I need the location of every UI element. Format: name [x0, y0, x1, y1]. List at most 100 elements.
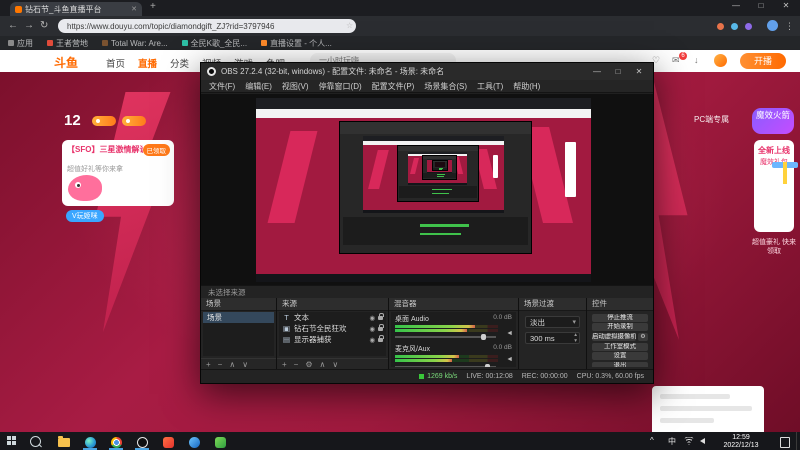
obs-close-button[interactable]: ✕	[631, 67, 647, 76]
extension-icon[interactable]	[717, 23, 724, 30]
obs-title-bar[interactable]: OBS 27.2.4 (32-bit, windows) - 配置文件: 未命名…	[201, 63, 653, 80]
window-close-button[interactable]: ✕	[774, 1, 798, 10]
qq-app-icon[interactable]	[184, 434, 204, 450]
obs-window[interactable]: OBS 27.2.4 (32-bit, windows) - 配置文件: 未命名…	[200, 62, 654, 384]
browser-menu-icon[interactable]: ⋮	[785, 20, 794, 32]
add-scene-button[interactable]: +	[206, 360, 211, 369]
douyu-logo[interactable]: 斗鱼	[54, 54, 78, 71]
visibility-icon[interactable]: ◉	[369, 325, 375, 333]
window-maximize-button[interactable]: □	[749, 1, 773, 10]
action-center-icon[interactable]	[780, 437, 790, 448]
source-up-button[interactable]: ∧	[320, 360, 326, 369]
back-icon[interactable]: ←	[8, 20, 18, 32]
volume-slider[interactable]	[395, 364, 496, 367]
lock-icon[interactable]	[378, 335, 384, 342]
volume-icon[interactable]	[700, 438, 705, 444]
add-source-button[interactable]: +	[282, 360, 287, 369]
network-icon[interactable]	[684, 437, 694, 445]
nav-live[interactable]: 直播	[138, 56, 157, 74]
duration-spinner[interactable]: ▴ ▾	[574, 332, 577, 344]
lock-icon[interactable]	[378, 313, 384, 320]
visibility-icon[interactable]: ◉	[369, 336, 375, 344]
speaker-icon[interactable]: ◄	[506, 330, 513, 337]
address-bar[interactable]	[58, 19, 356, 33]
menu-file[interactable]: 文件(F)	[209, 81, 235, 92]
menu-tools[interactable]: 工具(T)	[477, 81, 503, 92]
speaker-icon[interactable]: ◄	[506, 356, 513, 363]
spin-down-icon[interactable]: ▾	[574, 338, 577, 344]
menu-scene-collection[interactable]: 场景集合(S)	[424, 81, 467, 92]
promo-pill[interactable]	[92, 116, 116, 126]
start-broadcast-button[interactable]: 开播	[740, 53, 786, 69]
browser-tab[interactable]: 钻石节_斗鱼直播平台 ✕	[10, 2, 142, 16]
source-item[interactable]: ▤ 显示器捕获 ◉	[279, 334, 386, 345]
source-item[interactable]: ▣ 钻石节全民狂欢 ◉	[279, 323, 386, 334]
chrome-icon[interactable]	[106, 434, 126, 450]
reload-icon[interactable]: ↻	[40, 20, 48, 32]
bookmark-favicon	[47, 40, 53, 46]
volume-slider[interactable]	[395, 334, 496, 340]
remove-scene-button[interactable]: −	[218, 360, 223, 369]
scene-down-button[interactable]: ∨	[242, 360, 248, 369]
obs-minimize-button[interactable]: —	[589, 67, 605, 76]
extension-icon[interactable]	[731, 23, 738, 30]
promo-pill[interactable]	[122, 116, 146, 126]
source-item[interactable]: T 文本 ◉	[279, 312, 386, 323]
stop-streaming-button[interactable]: 停止推流	[592, 313, 648, 322]
sources-dock: 来源 T 文本 ◉ ▣ 钻石节全民狂欢 ◉ ▤ 显示器捕获 ◉ + − ⚙ ∧ …	[277, 298, 389, 369]
stream-card-tag[interactable]: 已领取	[142, 144, 170, 156]
ime-indicator[interactable]: 中	[668, 436, 676, 447]
promo-card[interactable]: 全新上线 魔效礼包	[754, 140, 794, 232]
scene-item[interactable]: 场景	[203, 312, 274, 323]
scene-up-button[interactable]: ∧	[229, 360, 235, 369]
tab-close-icon[interactable]: ✕	[131, 5, 137, 13]
wechat-app-icon[interactable]	[210, 434, 230, 450]
studio-mode-button[interactable]: 工作室模式	[592, 342, 648, 351]
menu-edit[interactable]: 编辑(E)	[245, 81, 272, 92]
file-explorer-icon[interactable]	[54, 434, 74, 450]
bookmark-item[interactable]: Total War: Are...	[102, 39, 168, 48]
obs-preview-area[interactable]	[201, 94, 653, 285]
nav-home[interactable]: 首页	[106, 56, 125, 70]
bookmark-item[interactable]: 王者营地	[47, 38, 88, 49]
obs-taskbar-icon[interactable]	[132, 434, 152, 450]
client-download-icon[interactable]: ↓	[694, 55, 699, 65]
menu-profile[interactable]: 配置文件(P)	[372, 81, 415, 92]
menu-help[interactable]: 帮助(H)	[513, 81, 540, 92]
new-tab-button[interactable]: +	[150, 1, 156, 12]
bookmark-item[interactable]: 全民K歌_全民...	[181, 38, 247, 49]
source-down-button[interactable]: ∨	[332, 360, 338, 369]
window-minimize-button[interactable]: —	[724, 1, 748, 10]
source-properties-button[interactable]: ⚙	[305, 360, 312, 369]
extension-icon[interactable]	[745, 23, 752, 30]
exit-button[interactable]: 退出	[592, 361, 648, 367]
settings-button[interactable]: 设置	[592, 352, 648, 361]
stream-card[interactable]: 【SFO】三星激情解说 已领取 超值好礼等你来拿	[62, 140, 174, 206]
browser-profile-avatar[interactable]	[767, 20, 778, 31]
remove-source-button[interactable]: −	[294, 360, 299, 369]
menu-view[interactable]: 视图(V)	[282, 81, 309, 92]
forward-icon[interactable]: →	[24, 20, 34, 32]
edge-icon[interactable]	[80, 434, 100, 450]
bookmark-item[interactable]: 直播设置 - 个人...	[261, 38, 332, 49]
lock-icon[interactable]	[378, 324, 384, 331]
menu-docks[interactable]: 停靠窗口(D)	[319, 81, 362, 92]
bookmark-star-icon[interactable]: ☆	[346, 20, 353, 32]
taskbar-clock[interactable]: 12:59 2022/12/13	[712, 434, 770, 449]
visibility-icon[interactable]: ◉	[369, 314, 375, 322]
obs-maximize-button[interactable]: □	[610, 67, 626, 76]
tray-expand-icon[interactable]: ^	[650, 436, 654, 445]
promo-bubble[interactable]: 魔效火箭	[752, 108, 794, 134]
douyu-app-icon[interactable]	[158, 434, 178, 450]
transition-duration-input[interactable]: 300 ms ▴ ▾	[525, 332, 580, 344]
show-desktop-button[interactable]	[796, 432, 800, 450]
taskbar-search-icon[interactable]	[30, 436, 41, 447]
virtual-camera-button[interactable]: 启动虚拟摄像机	[592, 332, 636, 342]
user-avatar[interactable]	[714, 54, 727, 67]
start-button[interactable]	[7, 436, 17, 446]
transition-select[interactable]: 淡出 ▾	[525, 316, 580, 328]
bookmark-apps[interactable]: 应用	[8, 38, 33, 49]
start-recording-button[interactable]: 开始录制	[592, 323, 648, 332]
nav-categories[interactable]: 分类	[170, 56, 189, 70]
virtual-camera-config-icon[interactable]: ⚙	[638, 332, 648, 342]
